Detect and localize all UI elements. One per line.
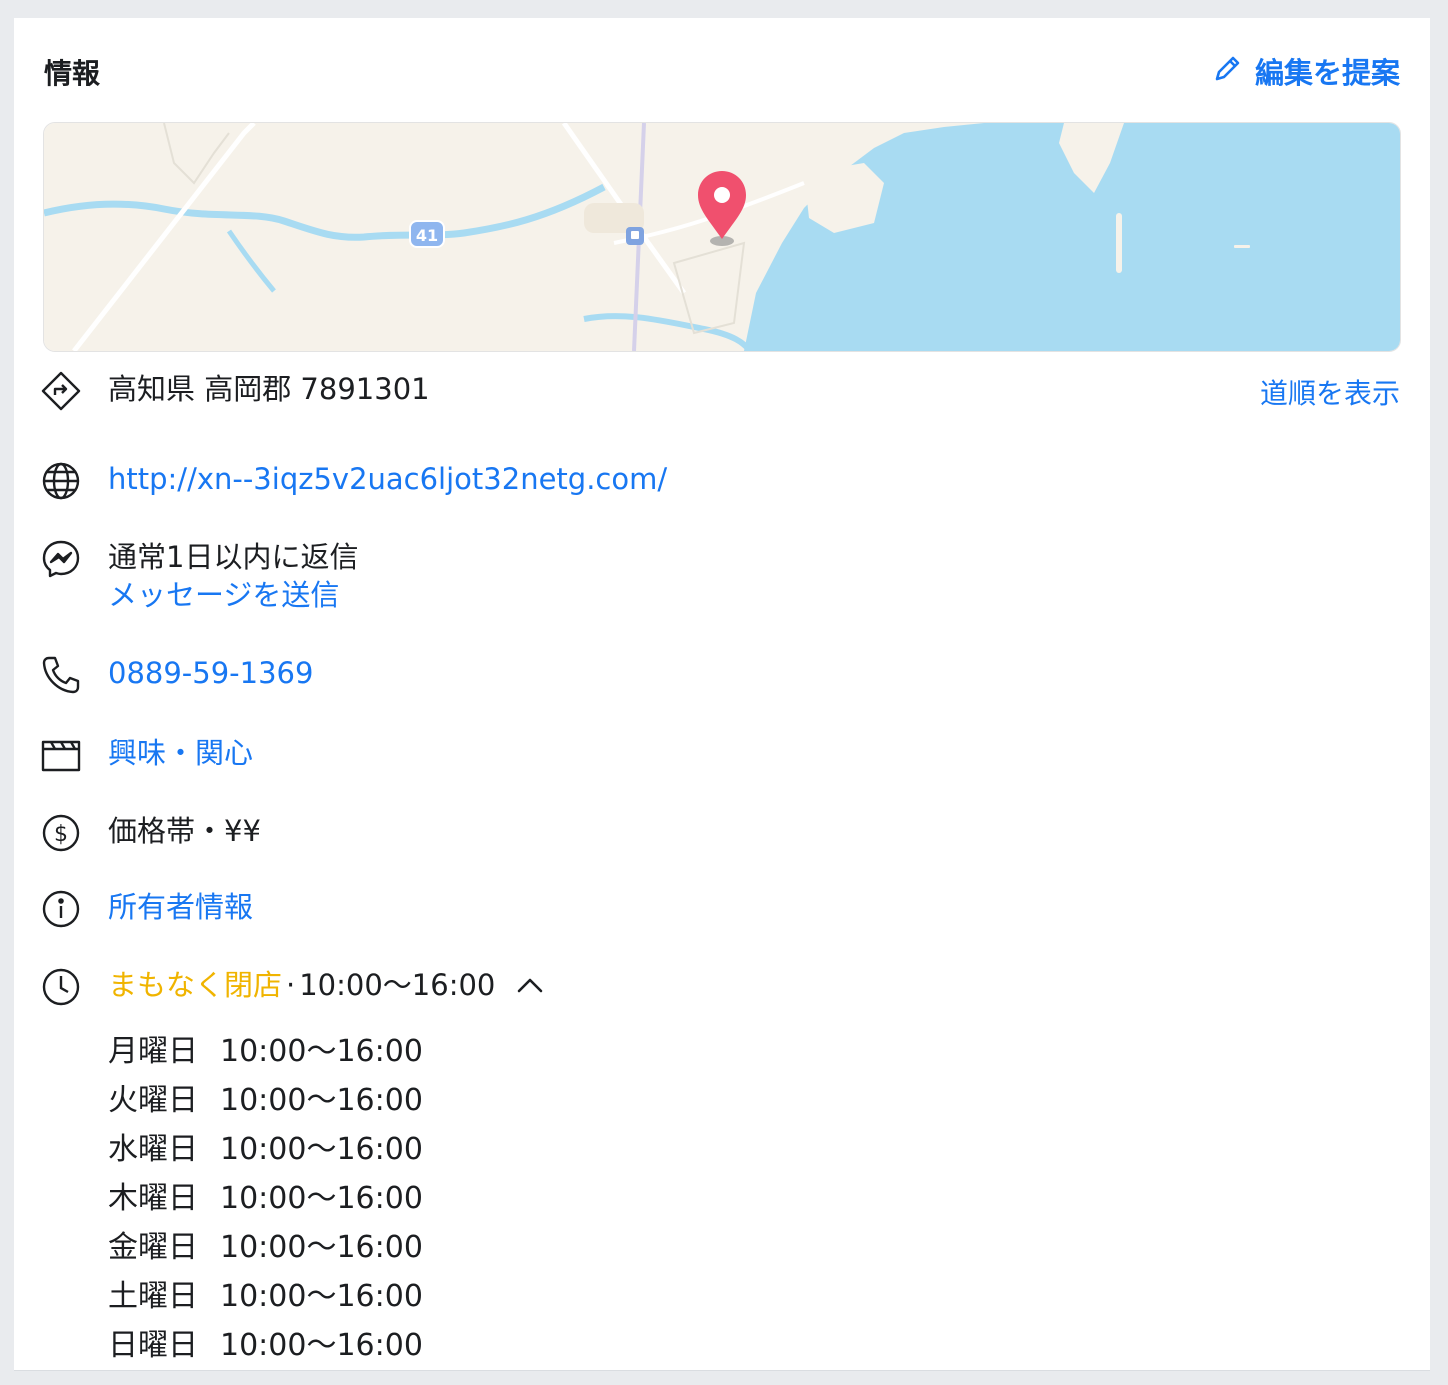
price-row: $ 価格帯・¥¥ (40, 812, 261, 854)
day-name: 火曜日 (108, 1082, 198, 1118)
owner-row: 所有者情報 (40, 888, 253, 930)
phone-row: 0889-59-1369 (40, 654, 313, 696)
messenger-row: 通常1日以内に返信 メッセージを送信 (40, 538, 358, 614)
dollar-icon: $ (40, 812, 82, 854)
interests-row: 興味・関心 (40, 734, 253, 776)
day-hours: 10:00〜16:00 (220, 1327, 423, 1363)
hours-row-day: 金曜日 10:00〜16:00 (108, 1219, 423, 1268)
location-map[interactable]: 41 (43, 122, 1401, 352)
price-range-text: 価格帯・¥¥ (108, 814, 261, 848)
hours-row-day: 土曜日 10:00〜16:00 (108, 1268, 423, 1317)
suggest-edit-button[interactable]: 編集を提案 (1211, 50, 1400, 92)
day-name: 木曜日 (108, 1180, 198, 1216)
info-icon (40, 888, 82, 930)
day-hours: 10:00〜16:00 (220, 1082, 423, 1118)
day-name: 水曜日 (108, 1131, 198, 1167)
phone-icon (40, 654, 82, 696)
day-hours: 10:00〜16:00 (220, 1278, 423, 1314)
website-row: http://xn--3iqz5v2uac6ljot32netg.com/ (40, 460, 667, 502)
road-number-badge: 41 (416, 226, 438, 245)
phone-link[interactable]: 0889-59-1369 (108, 654, 313, 692)
address-text: 高知県 高岡郡 7891301 (108, 372, 430, 406)
messenger-icon (40, 538, 82, 580)
day-hours: 10:00〜16:00 (220, 1229, 423, 1265)
hours-status: まもなく閉店 (108, 968, 283, 1002)
hours-row-day: 水曜日 10:00〜16:00 (108, 1121, 423, 1170)
interests-link[interactable]: 興味・関心 (108, 734, 253, 772)
directions-icon (40, 370, 82, 412)
hours-row-day: 日曜日 10:00〜16:00 (108, 1317, 423, 1366)
reply-time-text: 通常1日以内に返信 (108, 540, 359, 574)
weekly-hours: 月曜日 10:00〜16:00 火曜日 10:00〜16:00 水曜日 10:0… (108, 1023, 423, 1366)
globe-icon (40, 460, 82, 502)
svg-text:$: $ (54, 822, 68, 847)
hours-row: まもなく閉店 · 10:00〜16:00 (40, 966, 543, 1008)
day-name: 土曜日 (108, 1278, 198, 1314)
directions-link[interactable]: 道順を表示 (1260, 372, 1400, 412)
clapperboard-icon (40, 734, 82, 776)
day-name: 日曜日 (108, 1327, 198, 1363)
section-title: 情報 (44, 57, 101, 90)
day-hours: 10:00〜16:00 (220, 1033, 423, 1069)
day-hours: 10:00〜16:00 (220, 1131, 423, 1167)
chevron-up-icon[interactable] (517, 977, 543, 993)
pencil-icon (1211, 53, 1243, 89)
hours-row-day: 木曜日 10:00〜16:00 (108, 1170, 423, 1219)
day-name: 金曜日 (108, 1229, 198, 1265)
suggest-edit-label: 編集を提案 (1254, 56, 1400, 90)
clock-icon (40, 966, 82, 1008)
info-card: 情報 編集を提案 41 高知県 高岡郡 7891301 道順を表示 http:/… (14, 18, 1430, 1371)
address-row: 高知県 高岡郡 7891301 (40, 370, 430, 412)
day-name: 月曜日 (108, 1033, 198, 1069)
hours-row-day: 月曜日 10:00〜16:00 (108, 1023, 423, 1072)
hours-row-day: 火曜日 10:00〜16:00 (108, 1072, 423, 1121)
day-hours: 10:00〜16:00 (220, 1180, 423, 1216)
owner-info-link[interactable]: 所有者情報 (108, 888, 253, 926)
hours-separator: · (286, 968, 296, 1002)
send-message-link[interactable]: メッセージを送信 (108, 576, 358, 614)
hours-today: 10:00〜16:00 (299, 968, 496, 1002)
website-link[interactable]: http://xn--3iqz5v2uac6ljot32netg.com/ (108, 460, 667, 498)
